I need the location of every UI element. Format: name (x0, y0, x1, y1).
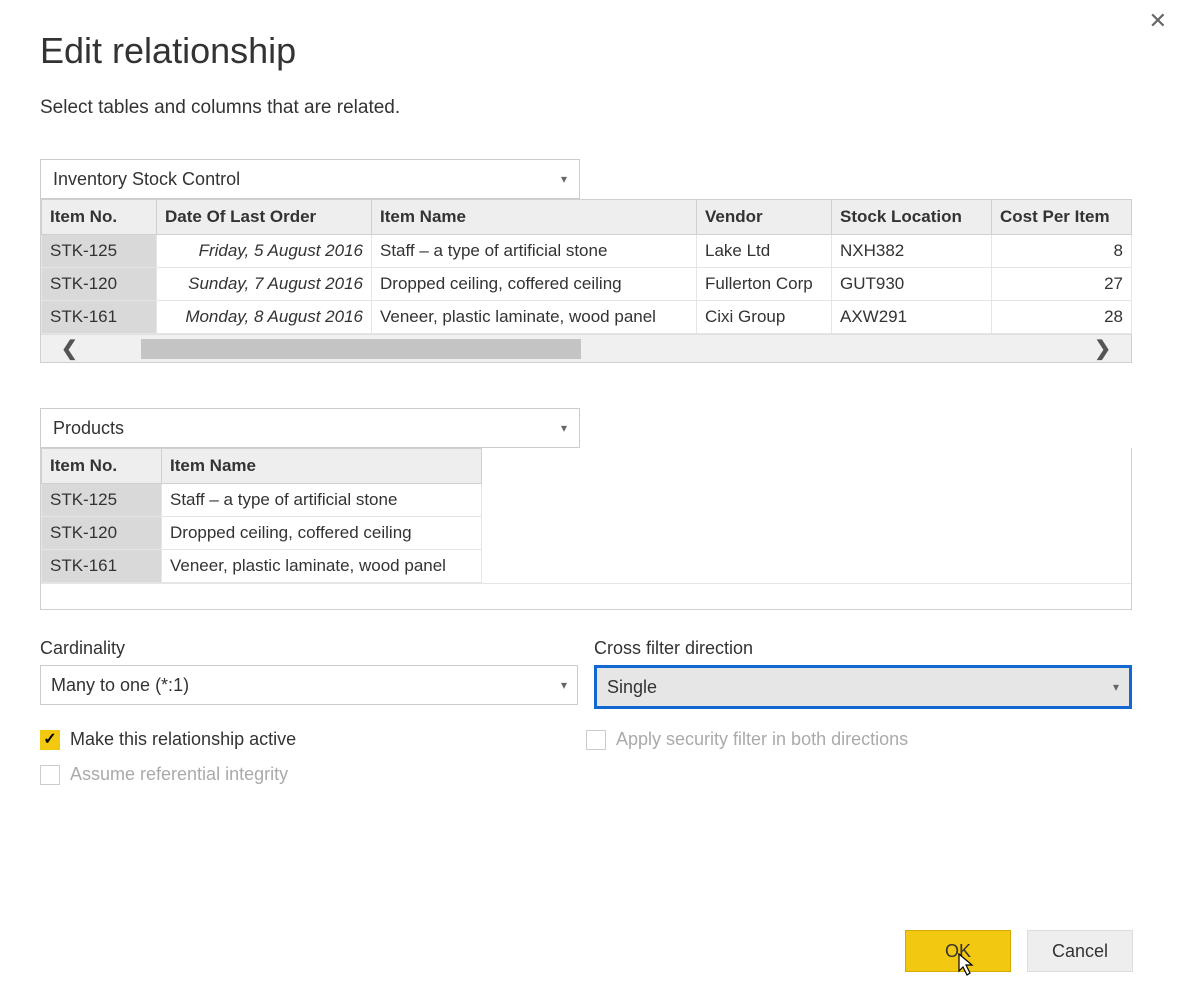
col-header[interactable]: Item No. (42, 200, 157, 235)
cross-filter-label: Cross filter direction (594, 638, 1132, 659)
close-icon[interactable]: ✕ (1149, 10, 1167, 32)
table-row[interactable]: STK-161 Monday, 8 August 2016 Veneer, pl… (42, 301, 1132, 334)
second-table-select-value: Products (53, 418, 124, 439)
checkbox-unchecked-icon (40, 765, 60, 785)
second-table-select[interactable]: Products ▾ (40, 408, 580, 448)
cell-item-no: STK-161 (42, 550, 162, 583)
table-row[interactable]: STK-161 Veneer, plastic laminate, wood p… (42, 550, 482, 583)
checkbox-checked-icon[interactable] (40, 730, 60, 750)
cell-name: Dropped ceiling, coffered ceiling (162, 517, 482, 550)
chevron-down-icon: ▾ (561, 678, 567, 692)
cell-name: Staff – a type of artificial stone (372, 235, 697, 268)
cross-filter-value: Single (607, 677, 657, 698)
security-checkbox-label: Apply security filter in both directions (616, 729, 908, 750)
first-table-select-value: Inventory Stock Control (53, 169, 240, 190)
cell-item-no: STK-125 (42, 235, 157, 268)
col-header[interactable]: Date Of Last Order (157, 200, 372, 235)
table-row[interactable]: STK-120 Sunday, 7 August 2016 Dropped ce… (42, 268, 1132, 301)
cell-item-no: STK-120 (42, 268, 157, 301)
cell-item-no: STK-120 (42, 517, 162, 550)
chevron-down-icon: ▾ (561, 421, 567, 435)
cell-cost: 28 (992, 301, 1132, 334)
cell-name: Veneer, plastic laminate, wood panel (372, 301, 697, 334)
cancel-button-label: Cancel (1052, 941, 1108, 962)
scroll-thumb[interactable] (141, 339, 581, 359)
scroll-right-icon[interactable]: ❯ (1094, 336, 1111, 361)
security-checkbox-row: Apply security filter in both directions (586, 729, 1132, 750)
col-header[interactable]: Item Name (162, 449, 482, 484)
dialog-title: Edit relationship (40, 30, 1141, 72)
table-row[interactable]: STK-125 Friday, 5 August 2016 Staff – a … (42, 235, 1132, 268)
referential-checkbox-row: Assume referential integrity (40, 764, 586, 785)
scroll-left-icon[interactable]: ❮ (61, 336, 78, 361)
horizontal-scrollbar[interactable]: ❮ ❯ (41, 334, 1131, 362)
chevron-down-icon: ▾ (561, 172, 567, 186)
checkbox-unchecked-icon (586, 730, 606, 750)
table-header-row: Item No. Item Name (42, 449, 482, 484)
table-row[interactable]: STK-125 Staff – a type of artificial sto… (42, 484, 482, 517)
table-header-row: Item No. Date Of Last Order Item Name Ve… (42, 200, 1132, 235)
table-footer-blank (41, 583, 1131, 609)
col-header[interactable]: Cost Per Item (992, 200, 1132, 235)
cell-loc: GUT930 (832, 268, 992, 301)
cancel-button[interactable]: Cancel (1027, 930, 1133, 972)
cell-item-no: STK-161 (42, 301, 157, 334)
cell-item-no: STK-125 (42, 484, 162, 517)
cell-loc: AXW291 (832, 301, 992, 334)
col-header[interactable]: Item Name (372, 200, 697, 235)
col-header[interactable]: Item No. (42, 449, 162, 484)
table-row[interactable]: STK-120 Dropped ceiling, coffered ceilin… (42, 517, 482, 550)
cardinality-select[interactable]: Many to one (*:1) ▾ (40, 665, 578, 705)
col-header[interactable]: Vendor (697, 200, 832, 235)
referential-checkbox-label: Assume referential integrity (70, 764, 288, 785)
chevron-down-icon: ▾ (1113, 680, 1119, 694)
cell-cost: 8 (992, 235, 1132, 268)
second-table-preview: Item No. Item Name STK-125 Staff – a typ… (40, 448, 1132, 610)
cell-vendor: Fullerton Corp (697, 268, 832, 301)
ok-button-label: OK (945, 941, 971, 962)
cell-vendor: Lake Ltd (697, 235, 832, 268)
cell-loc: NXH382 (832, 235, 992, 268)
active-checkbox-label: Make this relationship active (70, 729, 296, 750)
cell-vendor: Cixi Group (697, 301, 832, 334)
cell-date: Sunday, 7 August 2016 (157, 268, 372, 301)
cardinality-label: Cardinality (40, 638, 578, 659)
cross-filter-select[interactable]: Single ▾ (594, 665, 1132, 709)
ok-button[interactable]: OK (905, 930, 1011, 972)
dialog-subtitle: Select tables and columns that are relat… (40, 97, 1141, 119)
cell-date: Friday, 5 August 2016 (157, 235, 372, 268)
cardinality-value: Many to one (*:1) (51, 675, 189, 696)
cell-name: Staff – a type of artificial stone (162, 484, 482, 517)
cell-date: Monday, 8 August 2016 (157, 301, 372, 334)
cell-cost: 27 (992, 268, 1132, 301)
first-table-preview: Item No. Date Of Last Order Item Name Ve… (40, 199, 1132, 363)
cell-name: Veneer, plastic laminate, wood panel (162, 550, 482, 583)
first-table-select[interactable]: Inventory Stock Control ▾ (40, 159, 580, 199)
cell-name: Dropped ceiling, coffered ceiling (372, 268, 697, 301)
col-header[interactable]: Stock Location (832, 200, 992, 235)
active-checkbox-row[interactable]: Make this relationship active (40, 729, 586, 750)
